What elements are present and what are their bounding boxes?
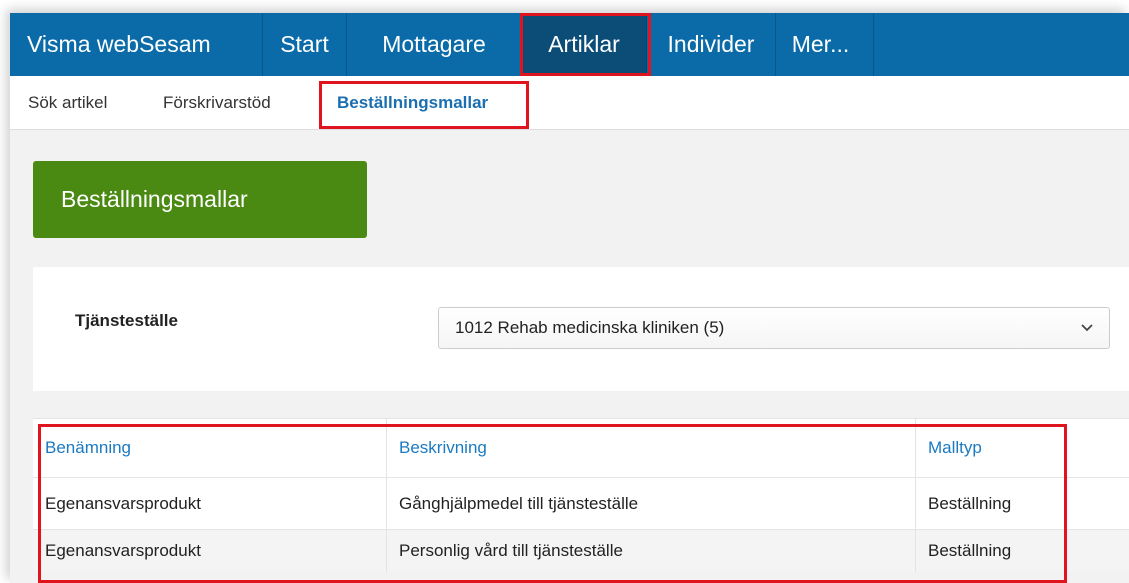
cell-benamning: Egenansvarsprodukt	[33, 530, 387, 572]
tjanstestalle-label: Tjänsteställe	[75, 311, 178, 330]
column-header-benamning[interactable]: Benämning	[33, 419, 387, 477]
app-window: Visma webSesam Start Mottagare Artiklar …	[10, 13, 1129, 583]
subnav-item-bestallningsmallar[interactable]: Beställningsmallar	[337, 76, 488, 130]
subnav-item-sok-artikel[interactable]: Sök artikel	[28, 76, 107, 130]
subnav-item-forskrivarstod[interactable]: Förskrivarstöd	[163, 76, 271, 130]
cell-malltyp: Beställning	[928, 541, 1012, 560]
cell-malltyp: Beställning	[928, 493, 1012, 513]
table-header-row: Benämning Beskrivning Malltyp	[33, 418, 1129, 478]
nav-item-individer[interactable]: Individer	[647, 13, 776, 76]
table-row[interactable]: Egenansvarsprodukt Gånghjälpmedel till t…	[33, 478, 1129, 530]
chevron-down-icon	[1081, 324, 1093, 332]
nav-item-artiklar[interactable]: Artiklar	[522, 13, 647, 76]
nav-item-mer[interactable]: Mer...	[776, 13, 874, 76]
tjanstestalle-selected-value: 1012 Rehab medicinska kliniken (5)	[455, 318, 725, 337]
page-title: Beställningsmallar	[33, 161, 367, 238]
column-header-beskrivning[interactable]: Beskrivning	[387, 419, 916, 477]
nav-item-start[interactable]: Start	[263, 13, 347, 76]
filter-panel: Tjänsteställe 1012 Rehab medicinska klin…	[33, 267, 1129, 391]
tjanstestalle-select[interactable]: 1012 Rehab medicinska kliniken (5)	[438, 307, 1110, 349]
cell-beskrivning: Personlig vård till tjänsteställe	[387, 530, 916, 572]
sub-navigation: Sök artikel Förskrivarstöd Beställningsm…	[10, 76, 1129, 130]
app-brand[interactable]: Visma webSesam	[10, 13, 263, 76]
nav-item-mottagare[interactable]: Mottagare	[347, 13, 522, 76]
table-row[interactable]: Egenansvarsprodukt Personlig vård till t…	[33, 530, 1129, 572]
cell-benamning: Egenansvarsprodukt	[33, 478, 387, 529]
column-header-malltyp[interactable]: Malltyp	[916, 419, 1129, 477]
cell-beskrivning: Gånghjälpmedel till tjänsteställe	[387, 478, 916, 529]
top-navigation: Visma webSesam Start Mottagare Artiklar …	[10, 13, 1129, 76]
templates-table: Benämning Beskrivning Malltyp Egenansvar…	[33, 418, 1129, 572]
